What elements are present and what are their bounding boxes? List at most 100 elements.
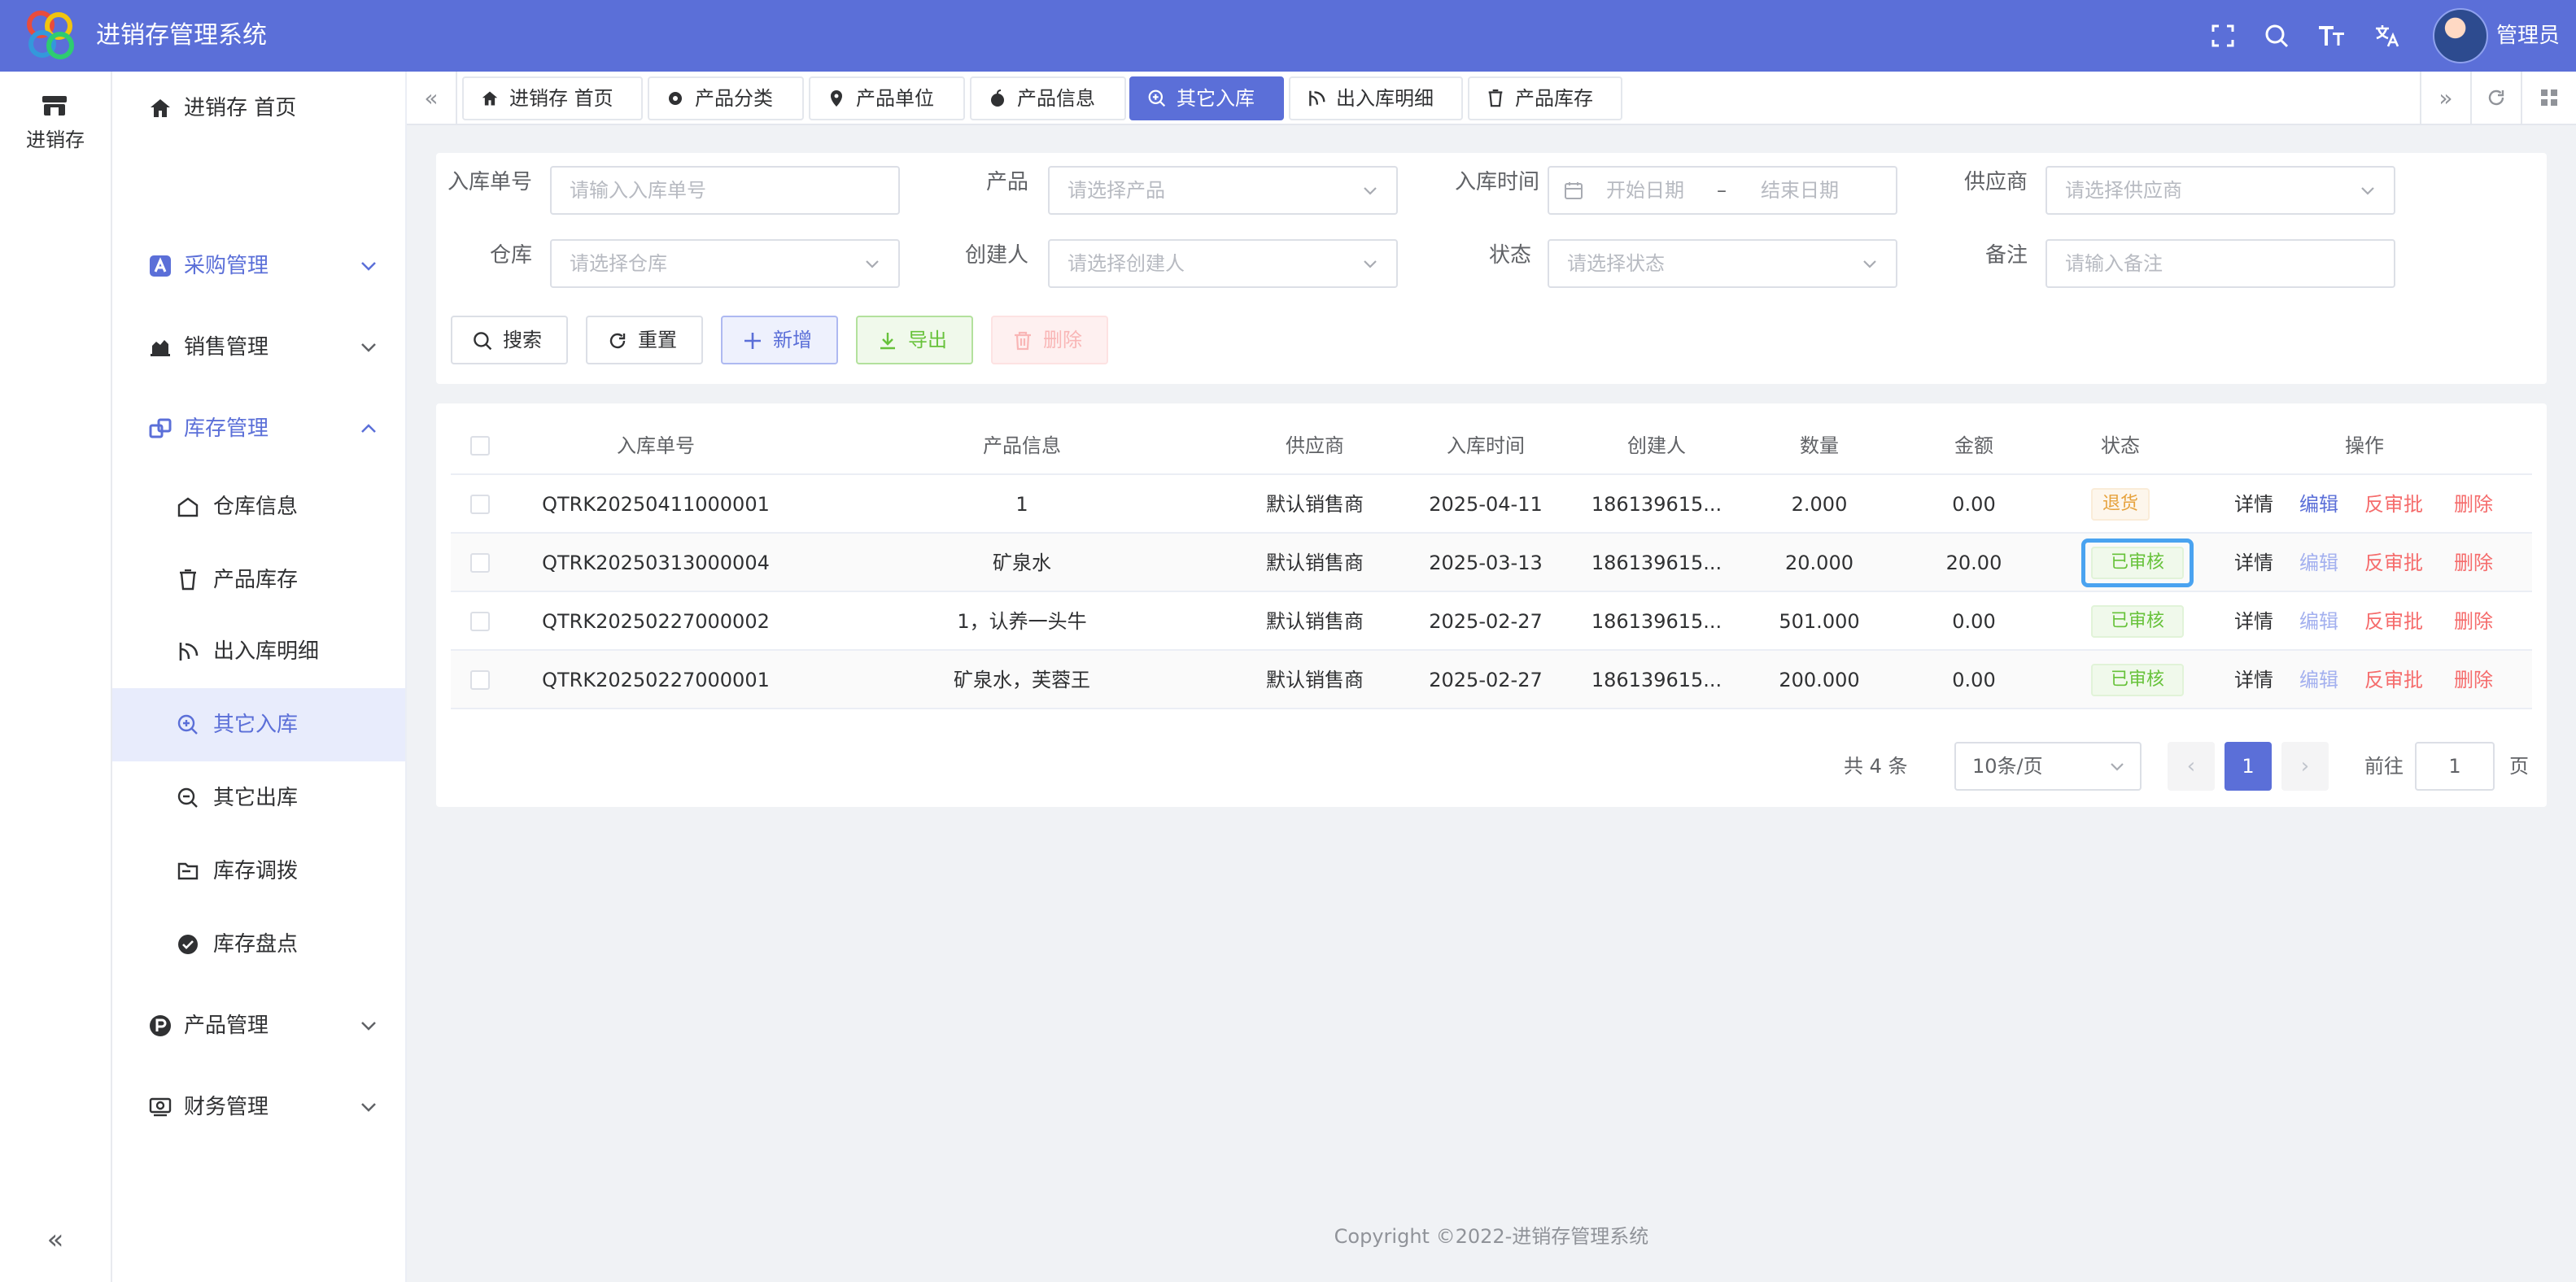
unapprove-link[interactable]: 反审批: [2364, 651, 2423, 709]
search-icon[interactable]: [2259, 18, 2294, 54]
delete-link[interactable]: 删除: [2454, 534, 2493, 592]
translate-icon[interactable]: [2369, 18, 2405, 54]
gear-icon: [666, 89, 685, 108]
detail-link[interactable]: 详情: [2234, 475, 2273, 534]
prev-page-button[interactable]: ‹: [2168, 742, 2215, 791]
page-number-current[interactable]: 1: [2225, 742, 2272, 791]
creator-cell: 186139615...: [1591, 493, 1722, 516]
chevron-down-icon: [356, 335, 381, 360]
reset-button[interactable]: 重置: [586, 316, 703, 364]
sidebar-item-other-inbound[interactable]: 其它入库: [112, 688, 405, 761]
delete-link[interactable]: 删除: [2454, 475, 2493, 534]
sidebar-item-product[interactable]: 产品管理: [112, 989, 405, 1062]
amount-cell: 0.00: [1952, 669, 1996, 691]
detail-link[interactable]: 详情: [2234, 534, 2273, 592]
tab-product-stock[interactable]: 产品库存: [1468, 76, 1622, 120]
creator-select[interactable]: 请选择创建人: [1048, 239, 1398, 288]
cup-icon: [176, 568, 200, 592]
top-header: 进销存管理系统 管理员: [0, 0, 2576, 72]
status-badge: 已审核: [2091, 664, 2184, 696]
sidebar-item-finance[interactable]: 财务管理: [112, 1071, 405, 1144]
tabs-scroll-left-icon[interactable]: «: [407, 72, 457, 124]
sidebar-item-stock-detail[interactable]: 出入库明细: [112, 615, 405, 688]
detail-link[interactable]: 详情: [2234, 651, 2273, 709]
pagination-total: 共 4 条: [1844, 755, 1908, 778]
delete-link[interactable]: 删除: [2454, 651, 2493, 709]
trash-icon: [1012, 330, 1033, 351]
refresh-icon[interactable]: [2470, 72, 2521, 124]
unapprove-link[interactable]: 反审批: [2364, 475, 2423, 534]
next-page-button[interactable]: ›: [2281, 742, 2329, 791]
sidebar-item-warehouse-info[interactable]: 仓库信息: [112, 470, 405, 543]
row-checkbox[interactable]: [470, 612, 490, 631]
page-size-select[interactable]: 10条/页: [1954, 742, 2142, 791]
tab-stock-detail[interactable]: 出入库明细: [1289, 76, 1463, 120]
sidebar-item-stocktaking[interactable]: 库存盘点: [112, 908, 405, 981]
export-button-label: 导出: [908, 329, 947, 351]
remark-input[interactable]: 请输入备注: [2046, 239, 2395, 288]
quantity-cell: 20.000: [1785, 552, 1853, 574]
sidebar-item-purchase[interactable]: 采购管理: [112, 229, 405, 303]
tab-product-unit[interactable]: 产品单位: [809, 76, 965, 120]
row-checkbox[interactable]: [470, 495, 490, 514]
status-select[interactable]: 请选择状态: [1548, 239, 1897, 288]
search-button[interactable]: 搜索: [451, 316, 568, 364]
goto-page-input[interactable]: 1: [2415, 742, 2495, 791]
unapprove-link[interactable]: 反审批: [2364, 592, 2423, 651]
refresh-icon: [607, 330, 628, 351]
tab-other-inbound[interactable]: 其它入库: [1129, 76, 1284, 120]
export-button[interactable]: 导出: [856, 316, 973, 364]
zoom-in-icon: [176, 713, 200, 737]
order-no-input[interactable]: 请输入入库单号: [550, 166, 900, 215]
font-size-icon[interactable]: [2314, 18, 2350, 54]
sidebar-item-inventory[interactable]: 库存管理: [112, 392, 405, 465]
tab-product-category[interactable]: 产品分类: [648, 76, 804, 120]
add-button[interactable]: 新增: [721, 316, 838, 364]
rail-item-jxc[interactable]: 进销存: [0, 88, 111, 161]
warehouse-select[interactable]: 请选择仓库: [550, 239, 900, 288]
user-name[interactable]: 管理员: [2496, 18, 2560, 54]
sidebar-item-stock-transfer[interactable]: 库存调拨: [112, 835, 405, 908]
tabs-scroll-right-icon[interactable]: »: [2420, 72, 2470, 124]
sidebar-sub-label: 产品库存: [213, 568, 299, 592]
product-select[interactable]: 请选择产品: [1048, 166, 1398, 215]
supplier-cell: 默认销售商: [1266, 610, 1364, 633]
sidebar-item-product-stock[interactable]: 产品库存: [112, 543, 405, 617]
warehouse-placeholder: 请选择仓库: [570, 252, 667, 275]
copyright: Copyright ©2022-进销存管理系统: [1334, 1225, 1649, 1248]
supplier-select[interactable]: 请选择供应商: [2046, 166, 2395, 215]
sidebar-item-home[interactable]: 进销存 首页: [112, 72, 405, 145]
tab-label: 产品分类: [695, 87, 773, 110]
sidebar-item-other-outbound[interactable]: 其它出库: [112, 761, 405, 835]
product-cell: 1: [1015, 493, 1028, 516]
sidebar-item-sales[interactable]: 销售管理: [112, 311, 405, 384]
fullscreen-icon[interactable]: [2205, 18, 2241, 54]
grid-menu-icon[interactable]: [2521, 72, 2576, 124]
avatar[interactable]: [2433, 8, 2488, 63]
edit-link[interactable]: 编辑: [2299, 651, 2338, 709]
tab-product-info[interactable]: 产品信息: [970, 76, 1126, 120]
collapse-rail-icon[interactable]: «: [37, 1223, 73, 1259]
edit-link[interactable]: 编辑: [2299, 592, 2338, 651]
delete-button[interactable]: 删除: [991, 316, 1108, 364]
tab-home[interactable]: 进销存 首页: [462, 76, 643, 120]
product-icon: [148, 1014, 172, 1038]
tab-label: 产品单位: [856, 87, 934, 110]
edit-link[interactable]: 编辑: [2299, 534, 2338, 592]
zoom-in-icon: [1147, 89, 1167, 108]
unapprove-link[interactable]: 反审批: [2364, 534, 2423, 592]
date-cell: 2025-02-27: [1429, 669, 1543, 691]
tab-label: 产品库存: [1515, 87, 1593, 110]
date-range-picker[interactable]: 开始日期 – 结束日期: [1548, 166, 1897, 215]
edit-link[interactable]: 编辑: [2299, 475, 2338, 534]
sidebar-sub-label: 仓库信息: [213, 495, 299, 519]
app-title: 进销存管理系统: [96, 21, 267, 50]
side-menu: 进销存 首页 采购管理 销售管理 库存管理 仓库信息 产品库存 出入库明细 其它…: [112, 72, 407, 1282]
detail-link[interactable]: 详情: [2234, 592, 2273, 651]
product-placeholder: 请选择产品: [1068, 179, 1165, 202]
select-all-checkbox[interactable]: [470, 436, 490, 456]
row-checkbox[interactable]: [470, 553, 490, 573]
creator-cell: 186139615...: [1591, 669, 1722, 691]
delete-link[interactable]: 删除: [2454, 592, 2493, 651]
row-checkbox[interactable]: [470, 670, 490, 690]
